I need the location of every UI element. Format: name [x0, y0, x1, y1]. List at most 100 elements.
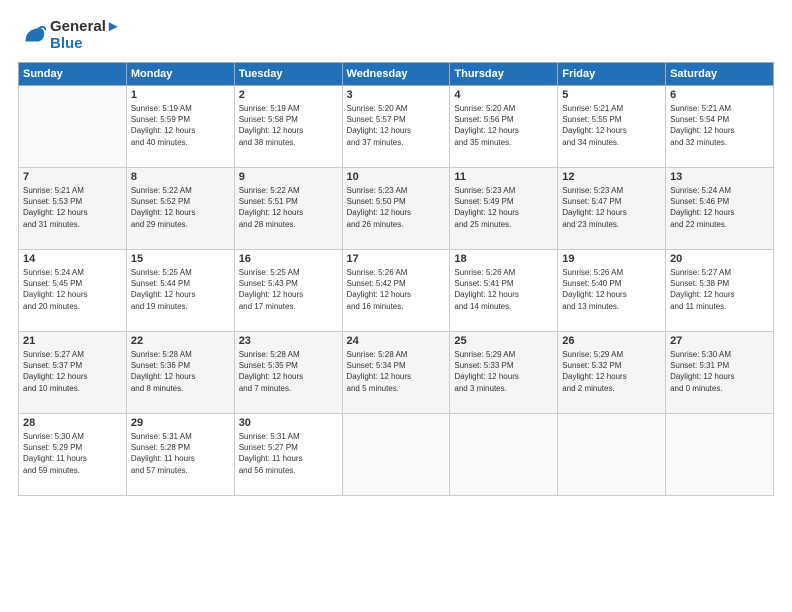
calendar-cell: 16 Sunrise: 5:25 AM Sunset: 5:43 PM Dayli…	[234, 250, 342, 332]
day-info: Sunrise: 5:30 AM Sunset: 5:31 PM Dayligh…	[670, 349, 769, 394]
calendar-cell: 23 Sunrise: 5:28 AM Sunset: 5:35 PM Dayli…	[234, 332, 342, 414]
day-number: 15	[131, 253, 230, 265]
day-number: 13	[670, 171, 769, 183]
day-number: 18	[454, 253, 553, 265]
day-number: 14	[23, 253, 122, 265]
day-number: 29	[131, 417, 230, 429]
day-info: Sunrise: 5:31 AM Sunset: 5:27 PM Dayligh…	[239, 431, 338, 476]
day-info: Sunrise: 5:25 AM Sunset: 5:43 PM Dayligh…	[239, 267, 338, 312]
calendar-cell: 14 Sunrise: 5:24 AM Sunset: 5:45 PM Dayli…	[19, 250, 127, 332]
day-info: Sunrise: 5:23 AM Sunset: 5:50 PM Dayligh…	[347, 185, 446, 230]
week-row-2: 7 Sunrise: 5:21 AM Sunset: 5:53 PM Daylig…	[19, 168, 774, 250]
calendar-cell: 6 Sunrise: 5:21 AM Sunset: 5:54 PM Daylig…	[666, 86, 774, 168]
weekday-header-sunday: Sunday	[19, 63, 127, 86]
calendar-cell: 10 Sunrise: 5:23 AM Sunset: 5:50 PM Dayli…	[342, 168, 450, 250]
day-info: Sunrise: 5:22 AM Sunset: 5:52 PM Dayligh…	[131, 185, 230, 230]
day-info: Sunrise: 5:25 AM Sunset: 5:44 PM Dayligh…	[131, 267, 230, 312]
day-number: 17	[347, 253, 446, 265]
day-info: Sunrise: 5:28 AM Sunset: 5:34 PM Dayligh…	[347, 349, 446, 394]
calendar-cell: 4 Sunrise: 5:20 AM Sunset: 5:56 PM Daylig…	[450, 86, 558, 168]
day-info: Sunrise: 5:26 AM Sunset: 5:42 PM Dayligh…	[347, 267, 446, 312]
day-number: 6	[670, 89, 769, 101]
day-number: 10	[347, 171, 446, 183]
day-info: Sunrise: 5:19 AM Sunset: 5:59 PM Dayligh…	[131, 103, 230, 148]
calendar-cell: 12 Sunrise: 5:23 AM Sunset: 5:47 PM Dayli…	[558, 168, 666, 250]
calendar-cell: 5Sunrise: 5:21 AM Sunset: 5:55 PM Daylig…	[558, 86, 666, 168]
day-number: 22	[131, 335, 230, 347]
logo-icon	[18, 21, 46, 49]
day-number: 7	[23, 171, 122, 183]
week-row-5: 28Sunrise: 5:30 AM Sunset: 5:29 PM Dayli…	[19, 414, 774, 496]
weekday-header-monday: Monday	[126, 63, 234, 86]
week-row-1: 1 Sunrise: 5:19 AM Sunset: 5:59 PM Daylig…	[19, 86, 774, 168]
day-number: 9	[239, 171, 338, 183]
day-info: Sunrise: 5:28 AM Sunset: 5:36 PM Dayligh…	[131, 349, 230, 394]
day-info: Sunrise: 5:27 AM Sunset: 5:37 PM Dayligh…	[23, 349, 122, 394]
day-number: 5	[562, 89, 661, 101]
day-number: 3	[347, 89, 446, 101]
day-number: 26	[562, 335, 661, 347]
day-info: Sunrise: 5:23 AM Sunset: 5:49 PM Dayligh…	[454, 185, 553, 230]
day-number: 19	[562, 253, 661, 265]
day-info: Sunrise: 5:24 AM Sunset: 5:45 PM Dayligh…	[23, 267, 122, 312]
calendar-cell: 8Sunrise: 5:22 AM Sunset: 5:52 PM Daylig…	[126, 168, 234, 250]
weekday-header-wednesday: Wednesday	[342, 63, 450, 86]
calendar-cell: 30Sunrise: 5:31 AM Sunset: 5:27 PM Dayli…	[234, 414, 342, 496]
day-number: 11	[454, 171, 553, 183]
calendar-cell	[558, 414, 666, 496]
calendar-cell: 27 Sunrise: 5:30 AM Sunset: 5:31 PM Dayli…	[666, 332, 774, 414]
calendar-cell: 21 Sunrise: 5:27 AM Sunset: 5:37 PM Dayli…	[19, 332, 127, 414]
calendar-cell: 22 Sunrise: 5:28 AM Sunset: 5:36 PM Dayli…	[126, 332, 234, 414]
day-info: Sunrise: 5:29 AM Sunset: 5:32 PM Dayligh…	[562, 349, 661, 394]
calendar-cell	[666, 414, 774, 496]
day-info: Sunrise: 5:21 AM Sunset: 5:54 PM Dayligh…	[670, 103, 769, 148]
calendar-cell: 13 Sunrise: 5:24 AM Sunset: 5:46 PM Dayli…	[666, 168, 774, 250]
calendar-cell: 15 Sunrise: 5:25 AM Sunset: 5:44 PM Dayli…	[126, 250, 234, 332]
calendar-cell: 25 Sunrise: 5:29 AM Sunset: 5:33 PM Dayli…	[450, 332, 558, 414]
calendar-cell	[19, 86, 127, 168]
weekday-header-row: SundayMondayTuesdayWednesdayThursdayFrid…	[19, 63, 774, 86]
day-number: 16	[239, 253, 338, 265]
day-number: 1	[131, 89, 230, 101]
calendar-cell: 7 Sunrise: 5:21 AM Sunset: 5:53 PM Daylig…	[19, 168, 127, 250]
day-number: 25	[454, 335, 553, 347]
day-info: Sunrise: 5:23 AM Sunset: 5:47 PM Dayligh…	[562, 185, 661, 230]
calendar-cell: 26 Sunrise: 5:29 AM Sunset: 5:32 PM Dayli…	[558, 332, 666, 414]
day-info: Sunrise: 5:20 AM Sunset: 5:56 PM Dayligh…	[454, 103, 553, 148]
calendar-cell: 2Sunrise: 5:19 AM Sunset: 5:58 PM Daylig…	[234, 86, 342, 168]
header: General► Blue	[18, 18, 774, 52]
day-info: Sunrise: 5:29 AM Sunset: 5:33 PM Dayligh…	[454, 349, 553, 394]
day-info: Sunrise: 5:27 AM Sunset: 5:38 PM Dayligh…	[670, 267, 769, 312]
day-number: 21	[23, 335, 122, 347]
day-info: Sunrise: 5:24 AM Sunset: 5:46 PM Dayligh…	[670, 185, 769, 230]
calendar-cell: 28Sunrise: 5:30 AM Sunset: 5:29 PM Dayli…	[19, 414, 127, 496]
calendar-cell: 19Sunrise: 5:26 AM Sunset: 5:40 PM Dayli…	[558, 250, 666, 332]
calendar: SundayMondayTuesdayWednesdayThursdayFrid…	[18, 62, 774, 496]
calendar-cell: 29 Sunrise: 5:31 AM Sunset: 5:28 PM Dayli…	[126, 414, 234, 496]
calendar-cell: 1 Sunrise: 5:19 AM Sunset: 5:59 PM Daylig…	[126, 86, 234, 168]
day-number: 23	[239, 335, 338, 347]
day-info: Sunrise: 5:21 AM Sunset: 5:53 PM Dayligh…	[23, 185, 122, 230]
logo: General► Blue	[18, 18, 121, 52]
calendar-cell	[450, 414, 558, 496]
weekday-header-saturday: Saturday	[666, 63, 774, 86]
weekday-header-thursday: Thursday	[450, 63, 558, 86]
calendar-cell	[342, 414, 450, 496]
day-number: 12	[562, 171, 661, 183]
calendar-cell: 3Sunrise: 5:20 AM Sunset: 5:57 PM Daylig…	[342, 86, 450, 168]
day-number: 4	[454, 89, 553, 101]
day-number: 20	[670, 253, 769, 265]
day-info: Sunrise: 5:31 AM Sunset: 5:28 PM Dayligh…	[131, 431, 230, 476]
calendar-cell: 9 Sunrise: 5:22 AM Sunset: 5:51 PM Daylig…	[234, 168, 342, 250]
day-number: 24	[347, 335, 446, 347]
day-info: Sunrise: 5:26 AM Sunset: 5:41 PM Dayligh…	[454, 267, 553, 312]
day-number: 2	[239, 89, 338, 101]
calendar-cell: 18 Sunrise: 5:26 AM Sunset: 5:41 PM Dayli…	[450, 250, 558, 332]
calendar-cell: 24 Sunrise: 5:28 AM Sunset: 5:34 PM Dayli…	[342, 332, 450, 414]
page: General► Blue SundayMondayTuesdayWednesd…	[0, 0, 792, 612]
weekday-header-friday: Friday	[558, 63, 666, 86]
day-info: Sunrise: 5:22 AM Sunset: 5:51 PM Dayligh…	[239, 185, 338, 230]
day-number: 27	[670, 335, 769, 347]
week-row-3: 14 Sunrise: 5:24 AM Sunset: 5:45 PM Dayli…	[19, 250, 774, 332]
day-info: Sunrise: 5:28 AM Sunset: 5:35 PM Dayligh…	[239, 349, 338, 394]
